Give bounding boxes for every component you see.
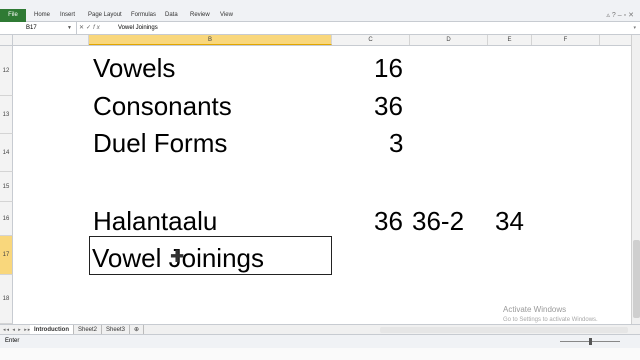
insert-function-icon[interactable]: fx [93,25,102,31]
vertical-scroll-thumb[interactable] [633,240,640,318]
column-header-f[interactable]: F [532,35,600,45]
tab-review[interactable]: Review [190,9,210,22]
window-close-icon[interactable]: ✕ [628,12,636,19]
formula-bar: B17 ▼ ✕✓fx Vowel Joinings ▾ [0,22,640,35]
cell-b12[interactable]: Vowels [93,53,175,83]
column-header-c[interactable]: C [332,35,410,45]
move-cross-icon: ✚ [170,247,185,266]
cell-c12[interactable]: 16 [374,53,403,83]
zoom-slider-knob[interactable] [589,338,592,345]
column-header-a[interactable] [13,35,89,45]
row-header-14[interactable]: 14 [0,134,13,172]
activate-windows-subtitle: Go to Settings to activate Windows. [503,317,598,323]
tab-view[interactable]: View [220,9,233,22]
status-mode: Enter [5,338,20,344]
vertical-scrollbar[interactable] [631,35,640,325]
column-header-e[interactable]: E [488,35,532,45]
activate-windows-title: Activate Windows [503,305,567,314]
cell-c16[interactable]: 36 [374,206,403,236]
tab-insert[interactable]: Insert [60,9,75,22]
name-box[interactable]: B17 [0,22,77,34]
sheet-tab-bar: ◂◂ ◂ ▸ ▸▸ Introduction Sheet2 Sheet3 ⊕ [0,324,640,335]
cell-c14[interactable]: 3 [389,128,403,158]
select-all-corner[interactable] [0,35,13,45]
row-header-16[interactable]: 16 [0,202,13,236]
column-header-d[interactable]: D [410,35,488,45]
cell-c13[interactable]: 36 [374,91,403,121]
cell-b16[interactable]: Halantaalu [93,206,217,236]
horizontal-scrollbar[interactable] [380,327,628,333]
ribbon-window-icons[interactable]: ▵?–▫✕ [606,11,636,19]
ribbon-tab-row: File Home Insert Page Layout Formulas Da… [0,0,640,22]
tab-page-layout[interactable]: Page Layout [88,9,122,22]
file-tab[interactable]: File [0,9,26,22]
cell-e16[interactable]: 34 [495,206,524,236]
cell-b13[interactable]: Consonants [93,91,232,121]
cell-d16[interactable]: 36-2 [412,206,464,236]
formula-buttons: ✕✓fx [79,22,102,34]
tab-formulas[interactable]: Formulas [131,9,156,22]
row-header-12[interactable]: 12 [0,46,13,96]
video-bottom-strip [0,348,640,360]
column-header-b[interactable]: B [89,35,332,45]
row-header-17[interactable]: 17 [0,236,13,275]
cancel-icon[interactable]: ✕ [79,25,86,31]
tab-data[interactable]: Data [165,9,178,22]
cell-b14[interactable]: Duel Forms [93,128,227,158]
enter-check-icon[interactable]: ✓ [86,25,93,31]
formula-input[interactable]: Vowel Joinings [118,22,158,34]
tab-home[interactable]: Home [34,9,50,22]
row-header-15[interactable]: 15 [0,172,13,202]
row-header-13[interactable]: 13 [0,96,13,134]
chevron-down-icon[interactable]: ▼ [67,22,72,34]
row-header-18[interactable]: 18 [0,275,13,324]
expand-formula-bar-icon[interactable]: ▾ [633,22,636,34]
column-headers: B C D E F [0,35,640,46]
status-bar: Enter [0,334,640,348]
